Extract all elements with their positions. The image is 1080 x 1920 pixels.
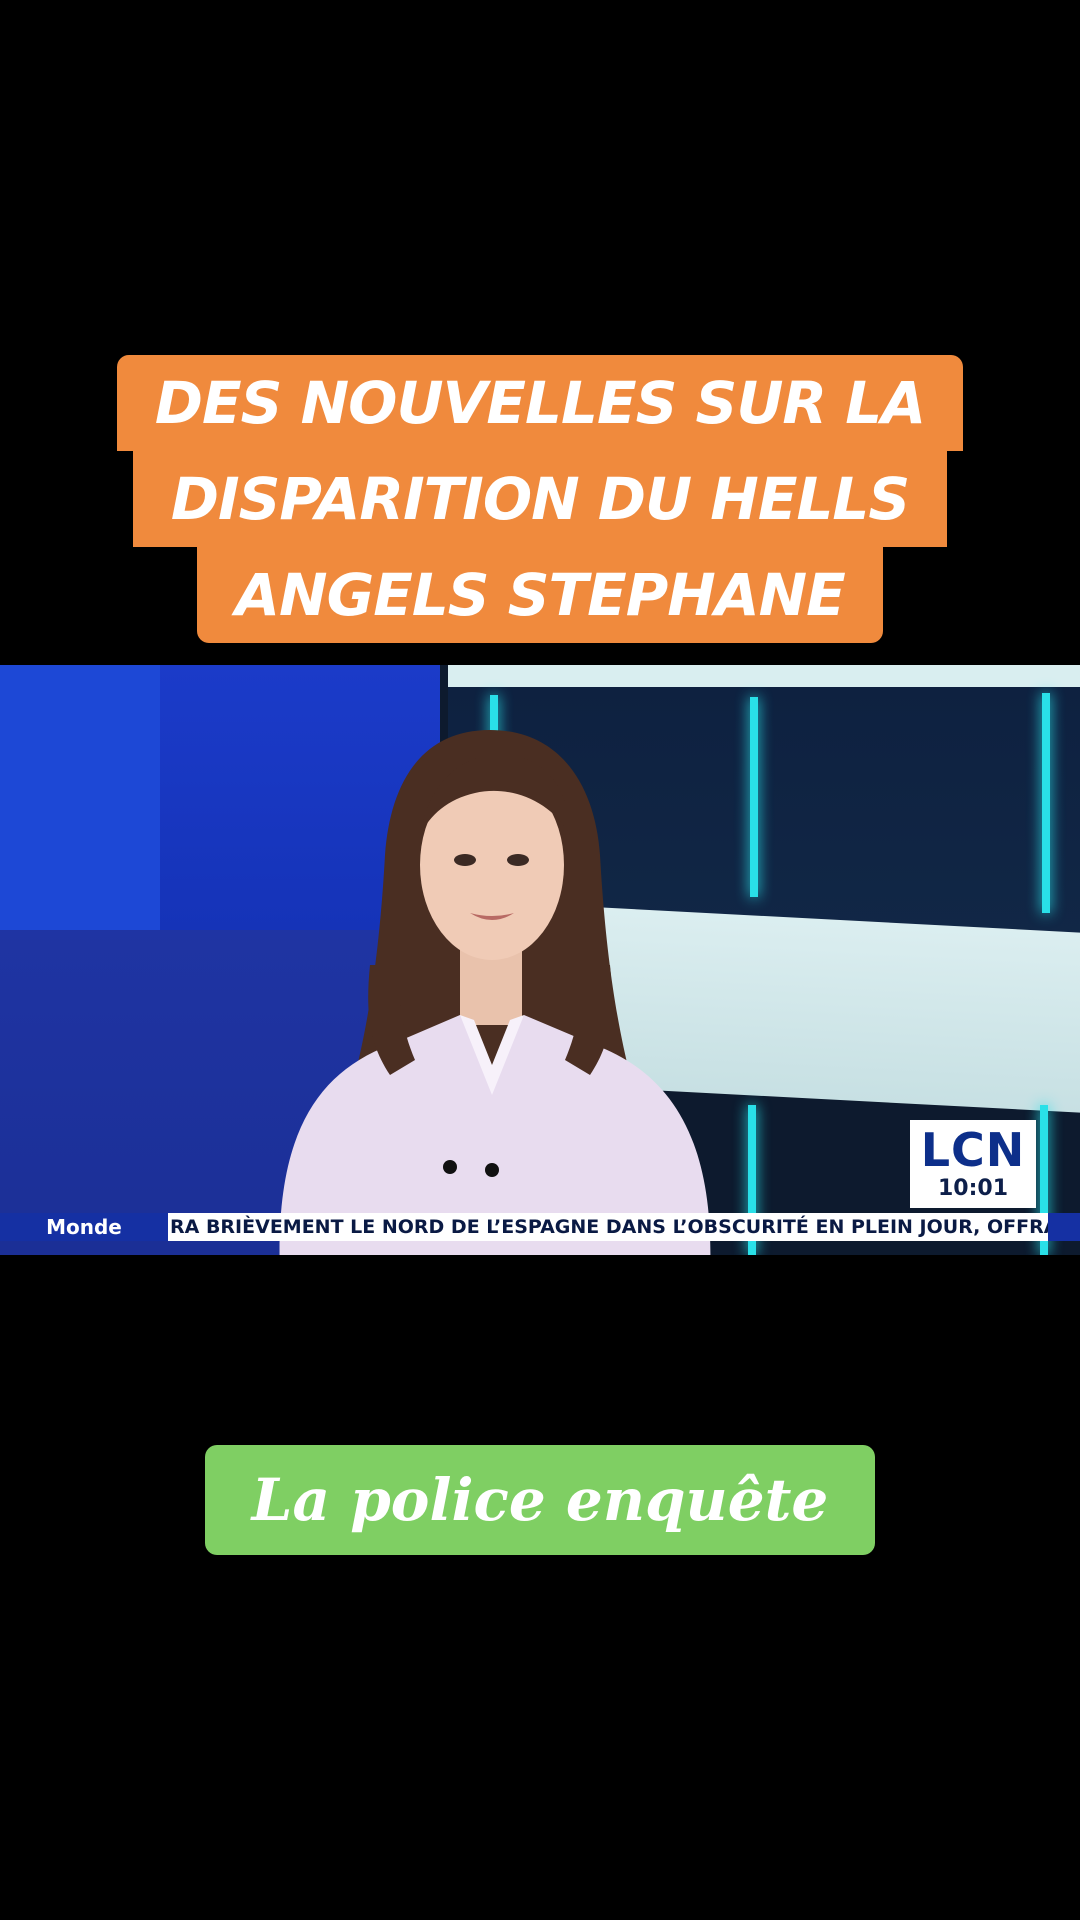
- title-caption-line-3: ANGELS STEPHANE: [197, 547, 883, 643]
- news-ticker: Monde RA BRIÈVEMENT LE NORD DE L’ESPAGNE…: [0, 1213, 1080, 1241]
- channel-logo-bug: LCN 10:01: [910, 1120, 1036, 1208]
- title-caption-line-1: DES NOUVELLES SUR LA: [116, 355, 964, 451]
- news-presenter-image: [279, 730, 711, 1255]
- studio-ceiling-strip: [448, 665, 1080, 687]
- neon-light-strip: [1042, 693, 1050, 913]
- title-caption: DES NOUVELLES SUR LA DISPARITION DU HELL…: [0, 355, 1080, 643]
- ticker-headline: RA BRIÈVEMENT LE NORD DE L’ESPAGNE DANS …: [170, 1216, 1050, 1238]
- ticker-end-cap: [1048, 1213, 1080, 1241]
- sub-caption: La police enquête: [205, 1445, 875, 1555]
- broadcast-clock: 10:01: [937, 1176, 1009, 1201]
- studio-panel-blue: [0, 665, 160, 930]
- lcn-logo: LCN: [920, 1123, 1026, 1177]
- news-video[interactable]: LCN 10:01 Monde RA BRIÈVEMENT LE NORD DE…: [0, 665, 1080, 1255]
- title-caption-line-2: DISPARITION DU HELLS: [132, 451, 948, 547]
- ticker-section-label: Monde: [0, 1213, 168, 1241]
- story-frame: DES NOUVELLES SUR LA DISPARITION DU HELL…: [0, 0, 1080, 1920]
